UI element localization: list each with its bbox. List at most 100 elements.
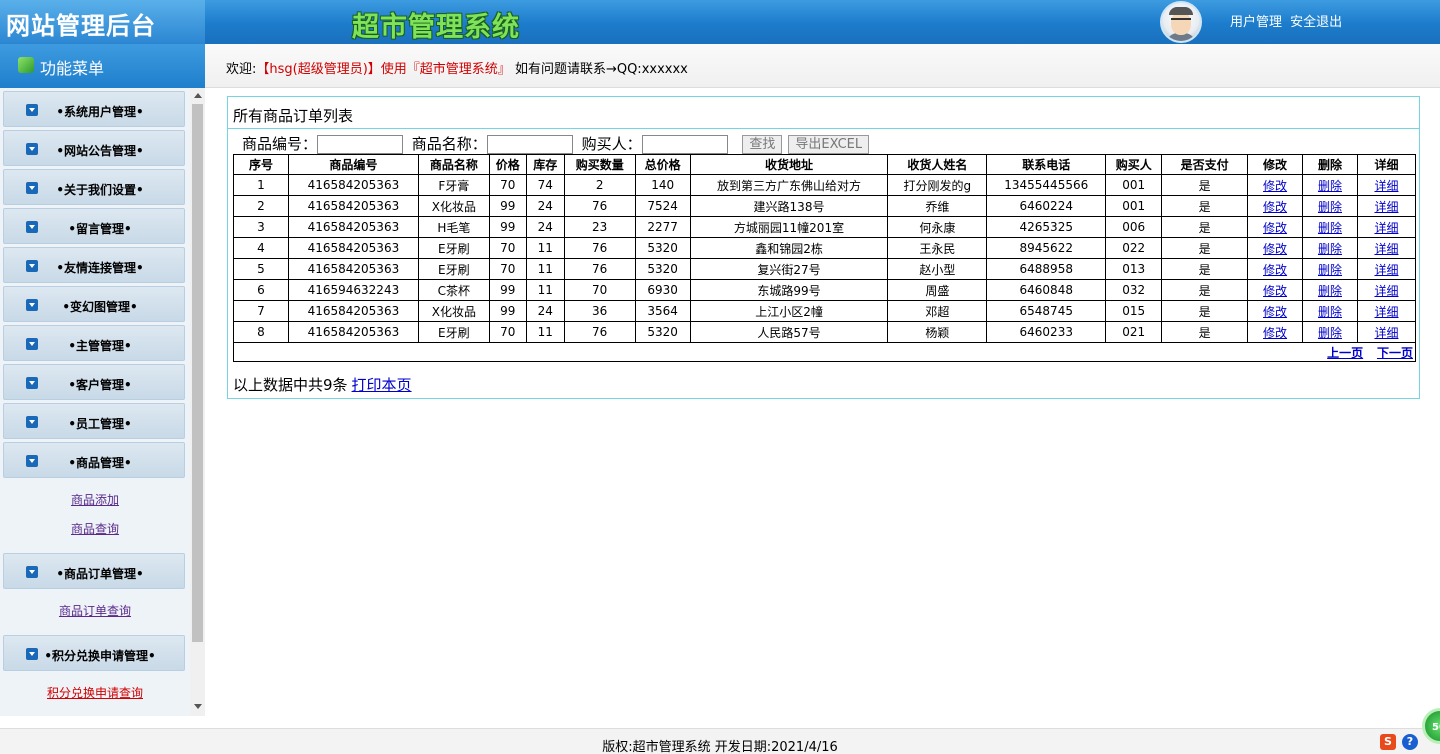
cell-product-code: 416584205363 [287, 237, 419, 259]
menu-item-system-users[interactable]: •系统用户管理• [3, 91, 185, 127]
cell-receiver-name: 周盛 [887, 279, 988, 301]
menu-item-slideshow[interactable]: •变幻图管理• [3, 286, 185, 322]
menu-item-product-orders[interactable]: •商品订单管理• [3, 553, 185, 589]
site-title-block: 网站管理后台 [0, 0, 205, 44]
detail-link[interactable]: 详细 [1374, 242, 1398, 256]
submenu-link-add-product[interactable]: 商品添加 [0, 486, 190, 515]
cell-stock: 11 [525, 279, 565, 301]
cell-quantity: 70 [563, 279, 636, 301]
cell-quantity: 76 [563, 237, 636, 259]
menu-item-customers[interactable]: •客户管理• [3, 364, 185, 400]
cell-edit: 修改 [1247, 300, 1304, 322]
panel-summary: 以上数据中共9条 打印本页 [233, 374, 412, 395]
edit-link[interactable]: 修改 [1263, 200, 1287, 214]
scroll-up-arrow-icon[interactable] [194, 93, 202, 98]
cell-receiver-name: 王永民 [887, 237, 988, 259]
user-management-link[interactable]: 用户管理 [1230, 15, 1282, 30]
menu-item-products[interactable]: •商品管理• [3, 442, 185, 478]
print-page-link[interactable]: 打印本页 [352, 376, 412, 394]
submenu-link-query-points[interactable]: 积分兑换申请查询 [0, 679, 190, 708]
menu-item-about-us[interactable]: •关于我们设置• [3, 169, 185, 205]
edit-link[interactable]: 修改 [1263, 221, 1287, 235]
welcome-user: 【hsg(超级管理员)】使用『超市管理系统』 [256, 62, 511, 77]
cell-quantity: 76 [563, 195, 636, 217]
delete-link[interactable]: 删除 [1318, 221, 1342, 235]
delete-link[interactable]: 删除 [1318, 242, 1342, 256]
detail-link[interactable]: 详细 [1374, 179, 1398, 193]
cell-buyer: 013 [1105, 258, 1163, 280]
detail-link[interactable]: 详细 [1374, 221, 1398, 235]
cell-paid: 是 [1161, 258, 1249, 280]
product-name-input[interactable] [486, 135, 573, 154]
menu-item-announcements[interactable]: •网站公告管理• [3, 130, 185, 166]
cell-receiver-name: 何永康 [887, 216, 988, 238]
menu-item-employees[interactable]: •员工管理• [3, 403, 185, 439]
logout-link[interactable]: 安全退出 [1290, 15, 1342, 30]
buyer-input[interactable] [641, 135, 728, 154]
detail-link[interactable]: 详细 [1374, 200, 1398, 214]
edit-link[interactable]: 修改 [1263, 326, 1287, 340]
detail-link[interactable]: 详细 [1374, 326, 1398, 340]
product-name-label: 商品名称： [411, 135, 487, 153]
cell-receiver-name: 打分刚发的g [887, 174, 988, 196]
cell-paid: 是 [1161, 279, 1249, 301]
cell-address: 建兴路138号 [689, 195, 889, 217]
cell-delete: 删除 [1302, 258, 1358, 280]
submenu-link-query-orders[interactable]: 商品订单查询 [0, 597, 190, 626]
menu-item-points-exchange[interactable]: •积分兑换申请管理• [3, 635, 185, 671]
menu-item-friend-links[interactable]: •友情连接管理• [3, 247, 185, 283]
sidebar-scrollbar[interactable] [190, 88, 205, 716]
cell-stock: 24 [525, 300, 565, 322]
next-page-link[interactable]: 下一页 [1377, 346, 1413, 360]
submenu-link-query-product[interactable]: 商品查询 [0, 515, 190, 544]
export-excel-button[interactable]: 导出EXCEL [788, 135, 870, 154]
scroll-down-arrow-icon[interactable] [194, 704, 202, 709]
delete-link[interactable]: 删除 [1318, 326, 1342, 340]
sogou-ime-icon[interactable]: S [1380, 734, 1396, 750]
edit-link[interactable]: 修改 [1263, 305, 1287, 319]
cell-paid: 是 [1161, 216, 1249, 238]
find-button[interactable]: 查找 [742, 135, 783, 154]
cell-stock: 24 [525, 195, 565, 217]
cell-phone: 6460233 [986, 321, 1107, 343]
submenu-products: 商品添加 商品查询 [0, 478, 190, 550]
search-bar: 商品编号： 商品名称： 购买人： 查找 导出EXCEL [242, 133, 870, 154]
edit-link[interactable]: 修改 [1263, 284, 1287, 298]
total-count-text: 以上数据中共9条 [233, 376, 348, 394]
help-icon[interactable]: ? [1402, 734, 1418, 750]
menu-item-messages[interactable]: •留言管理• [3, 208, 185, 244]
cell-price: 99 [488, 216, 527, 238]
cell-total-price: 140 [634, 174, 691, 196]
edit-link[interactable]: 修改 [1263, 179, 1287, 193]
delete-link[interactable]: 删除 [1318, 284, 1342, 298]
table-row: 1 416584205363 F牙膏 70 74 2 140 放到第三方广东佛山给对方 打分刚发… [233, 174, 1417, 196]
prev-page-link[interactable]: 上一页 [1327, 346, 1363, 360]
cell-stock: 11 [525, 321, 565, 343]
cell-edit: 修改 [1247, 216, 1304, 238]
column-header: 总价格 [634, 154, 691, 175]
edit-link[interactable]: 修改 [1263, 242, 1287, 256]
delete-link[interactable]: 删除 [1318, 263, 1342, 277]
copyright-text: 版权:超市管理系统 开发日期:2021/4/16 [602, 740, 838, 754]
detail-link[interactable]: 详细 [1374, 284, 1398, 298]
scroll-thumb[interactable] [192, 104, 203, 642]
delete-link[interactable]: 删除 [1318, 200, 1342, 214]
product-code-input[interactable] [317, 135, 404, 154]
detail-link[interactable]: 详细 [1374, 305, 1398, 319]
cell-total-price: 6930 [634, 279, 691, 301]
detail-link[interactable]: 详细 [1374, 263, 1398, 277]
cell-address: 上江小区2幢 [689, 300, 889, 322]
menu-item-supervisors[interactable]: •主管管理• [3, 325, 185, 361]
cell-total-price: 5320 [634, 258, 691, 280]
cell-address: 方城丽园11幢201室 [689, 216, 889, 238]
delete-link[interactable]: 删除 [1318, 305, 1342, 319]
delete-link[interactable]: 删除 [1318, 179, 1342, 193]
pager-cell: 上一页 下一页 [233, 342, 1416, 362]
buyer-label: 购买人： [581, 135, 642, 153]
user-avatar [1160, 1, 1202, 43]
edit-link[interactable]: 修改 [1263, 263, 1287, 277]
avatar-hair [1169, 7, 1193, 15]
cell-row-number: 4 [233, 237, 289, 259]
cell-stock: 11 [525, 258, 565, 280]
cell-quantity: 36 [563, 300, 636, 322]
